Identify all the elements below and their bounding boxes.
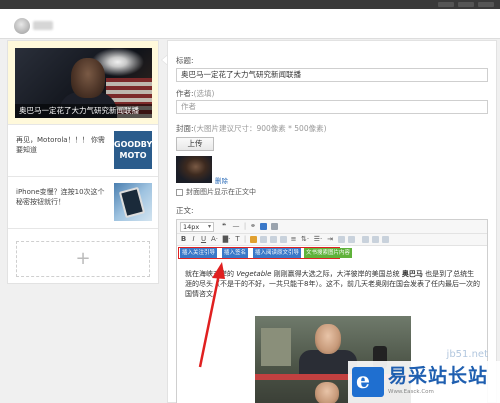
cover-image: 奥巴马一定花了大力气研究新闻联播 [15, 48, 152, 118]
title-label: 标题: [176, 56, 194, 65]
show-cover-label: 封面图片显示在正文中 [186, 188, 256, 196]
align-center-icon[interactable] [260, 236, 267, 243]
title-input[interactable]: 奥巴马一定花了大力气研究新闻联播 [176, 68, 488, 82]
editor-insert-row: 插入关注引导 插入签名 插入阅读原文引导 文书搜索图片内容 [177, 246, 487, 259]
insert-signature-button[interactable]: 插入签名 [222, 248, 249, 258]
watermark-name: 易采站长站 [388, 365, 489, 387]
article-item-title: iPhone变慢？连按10次这个秘密按钮就行！ [16, 188, 105, 206]
annotation-arrow [198, 262, 225, 368]
list-icon[interactable]: ☰· [313, 235, 323, 244]
quote-icon[interactable]: ❝ [220, 222, 228, 231]
chevron-down-icon: ▾ [207, 223, 211, 230]
editor-toolbar-row1: 14px ▾ ❝ — | ⚭ [177, 220, 487, 234]
paragraph-spacing-icon[interactable]: ⇅· [300, 235, 310, 244]
browser-top-bar [0, 0, 500, 9]
page-header [0, 9, 500, 39]
delete-cover-link[interactable]: 删除 [215, 175, 228, 185]
insert-read-original-button[interactable]: 插入阅读原文引导 [253, 248, 302, 258]
insert-follow-guide-button[interactable]: 插入关注引导 [180, 248, 218, 258]
phone-image [118, 186, 146, 219]
article-thumbnail: GOODBYE MOTO [114, 131, 158, 169]
article-list-panel: 奥巴马一定花了大力气研究新闻联播 再见，Motorola！！！ 你需要知道 GO… [7, 40, 159, 284]
fullscreen-icon[interactable] [382, 236, 389, 243]
article-item-title: 再见，Motorola！！！ 你需要知道 [16, 136, 105, 154]
video-icon[interactable] [271, 223, 278, 230]
article-thumbnail [114, 183, 152, 221]
author-label: 作者:(选填) [176, 89, 215, 98]
italic-icon[interactable]: I [190, 235, 197, 244]
font-size-select[interactable]: 14px ▾ [180, 222, 214, 232]
window-controls [438, 2, 494, 7]
watermark: jb51.net e 易采站长站 Www.Easck.Com [348, 349, 500, 403]
avatar[interactable] [14, 18, 30, 34]
account-name-blurred [33, 21, 53, 30]
toolbar-separator: | [243, 222, 247, 230]
clear-format-icon[interactable]: T [234, 235, 241, 244]
align-right-icon[interactable] [270, 236, 277, 243]
undo-icon[interactable] [362, 236, 369, 243]
hr-icon[interactable]: — [232, 222, 240, 231]
editor-toolbar-row2: B I U A· ▇· T | ≡ ⇅· ☰· ⇥ [177, 234, 487, 246]
underline-icon[interactable]: U [200, 235, 207, 244]
upload-button[interactable]: 上传 [176, 137, 214, 151]
watermark-logo-icon: e [352, 367, 384, 397]
align-justify-icon[interactable] [280, 236, 287, 243]
search-image-content-button[interactable]: 文书搜索图片内容 [304, 248, 353, 258]
line-height-icon[interactable]: ≡ [290, 235, 297, 244]
redo-icon[interactable] [372, 236, 379, 243]
show-cover-checkbox[interactable] [176, 188, 183, 196]
article-item[interactable]: 再见，Motorola！！！ 你需要知道 GOODBYE MOTO [8, 125, 158, 177]
watermark-url: jb51.net [446, 349, 488, 360]
bold-icon[interactable]: B [180, 235, 187, 244]
bg-color-icon[interactable]: ▇· [222, 235, 231, 244]
font-color-icon[interactable]: A· [210, 235, 219, 244]
table-icon[interactable] [338, 236, 345, 243]
indent-icon[interactable]: ⇥ [326, 235, 334, 244]
cover-label: 封面:(大图片建议尺寸：900像素 * 500像素) [176, 124, 327, 133]
plus-icon: + [75, 248, 91, 269]
toolbar-separator: | [243, 235, 247, 243]
link-icon[interactable]: ⚭ [249, 222, 257, 231]
image-icon[interactable] [260, 223, 267, 230]
emoji-icon[interactable] [348, 236, 355, 243]
align-left-icon[interactable] [250, 236, 257, 243]
cover-thumbnail [176, 156, 212, 183]
cover-caption: 奥巴马一定花了大力气研究新闻联播 [15, 104, 152, 118]
author-input[interactable]: 作者 [176, 100, 488, 114]
watermark-subtitle: Www.Easck.Com [388, 389, 434, 395]
show-cover-option[interactable]: 封面图片显示在正文中 [176, 187, 256, 197]
add-article-button[interactable]: + [16, 241, 150, 277]
article-paragraph: 就在海峡对岸的 Vegetable 刚刚赢得大选之际，大洋彼岸的美国总统 奥巴马… [185, 270, 480, 298]
body-label: 正文: [176, 206, 194, 215]
article-item[interactable]: iPhone变慢？连按10次这个秘密按钮就行！ [8, 177, 158, 229]
article-item-cover-selected[interactable]: 奥巴马一定花了大力气研究新闻联播 [8, 41, 158, 125]
